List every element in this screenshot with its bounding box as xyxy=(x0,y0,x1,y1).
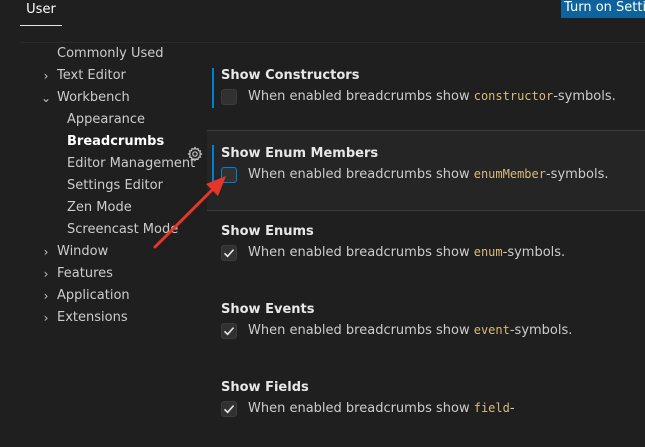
setting-description: When enabled breadcrumbs show field- xyxy=(248,401,515,416)
setting-description: When enabled breadcrumbs show enum-symbo… xyxy=(248,245,565,260)
show-fields-checkbox[interactable] xyxy=(221,401,237,417)
description-prefix: When enabled breadcrumbs show xyxy=(248,245,474,260)
toc-item-features[interactable]: Features xyxy=(57,263,113,285)
tab-user[interactable]: User xyxy=(20,0,62,26)
setting-title: Show Enum Members xyxy=(221,146,379,161)
toc-item-extensions[interactable]: Extensions xyxy=(57,307,128,329)
toc-item-appearance[interactable]: Appearance xyxy=(67,109,145,131)
description-prefix: When enabled breadcrumbs show xyxy=(248,89,474,104)
gear-icon[interactable] xyxy=(187,146,203,162)
turn-on-settings-sync-button[interactable]: Turn on Settin xyxy=(561,0,645,18)
checkmark-icon xyxy=(223,327,235,336)
description-code: enumMember xyxy=(473,167,546,181)
setting-title: Show Constructors xyxy=(221,68,360,83)
toc-item-breadcrumbs[interactable]: Breadcrumbs xyxy=(67,131,164,153)
toc-item-application[interactable]: Application xyxy=(57,285,130,307)
description-suffix: -symbols. xyxy=(502,245,566,260)
chevron-right-icon[interactable]: › xyxy=(39,285,53,307)
checkmark-icon xyxy=(223,249,235,258)
setting-show-enums: Show Enums When enabled breadcrumbs show… xyxy=(207,216,645,270)
description-code: enum xyxy=(473,245,503,259)
show-events-checkbox[interactable] xyxy=(221,323,237,339)
setting-show-events: Show Events When enabled breadcrumbs sho… xyxy=(207,294,645,348)
chevron-down-icon[interactable]: ⌄ xyxy=(39,87,53,109)
chevron-right-icon[interactable]: › xyxy=(39,307,53,329)
setting-show-constructors: Show Constructors When enabled breadcrum… xyxy=(207,60,645,114)
chevron-right-icon[interactable]: › xyxy=(39,65,53,87)
description-suffix: -symbols. xyxy=(509,323,573,338)
toc-item-workbench[interactable]: Workbench xyxy=(57,87,130,109)
focus-indicator-bar xyxy=(212,145,214,185)
show-constructors-checkbox[interactable] xyxy=(221,89,237,105)
toc-item-text-editor[interactable]: Text Editor xyxy=(57,65,126,87)
description-code: field xyxy=(473,401,510,415)
toc-item-editor-management[interactable]: Editor Management xyxy=(67,153,195,175)
setting-description: When enabled breadcrumbs show enumMember… xyxy=(248,167,609,182)
setting-title: Show Enums xyxy=(221,224,314,239)
toc-item-window[interactable]: Window xyxy=(57,241,108,263)
toc-item-settings-editor[interactable]: Settings Editor xyxy=(67,175,163,197)
chevron-right-icon[interactable]: › xyxy=(39,241,53,263)
toc-item-screencast-mode[interactable]: Screencast Mode xyxy=(67,219,178,241)
settings-header: User Turn on Settin xyxy=(0,0,645,26)
description-code: event xyxy=(473,323,510,337)
description-suffix: - xyxy=(509,401,515,416)
chevron-right-icon[interactable]: › xyxy=(39,263,53,285)
checkmark-icon xyxy=(223,405,235,414)
show-enum-members-checkbox[interactable] xyxy=(221,167,237,183)
description-prefix: When enabled breadcrumbs show xyxy=(248,323,474,338)
modified-indicator-bar xyxy=(212,68,214,108)
setting-title: Show Fields xyxy=(221,380,309,395)
description-code: constructor xyxy=(473,89,554,103)
description-suffix: -symbols. xyxy=(553,89,616,104)
setting-description: When enabled breadcrumbs show constructo… xyxy=(248,89,616,104)
setting-show-fields: Show Fields When enabled breadcrumbs sho… xyxy=(207,372,645,426)
show-enums-checkbox[interactable] xyxy=(221,245,237,261)
toc-item-commonly-used[interactable]: Commonly Used xyxy=(57,43,164,65)
setting-title: Show Events xyxy=(221,302,315,317)
setting-description: When enabled breadcrumbs show event-symb… xyxy=(248,323,572,338)
toc-item-zen-mode[interactable]: Zen Mode xyxy=(67,197,132,219)
description-prefix: When enabled breadcrumbs show xyxy=(248,401,474,416)
description-prefix: When enabled breadcrumbs show xyxy=(248,167,474,182)
description-suffix: -symbols. xyxy=(545,167,609,182)
setting-show-enum-members: Show Enum Members When enabled breadcrum… xyxy=(207,130,645,211)
